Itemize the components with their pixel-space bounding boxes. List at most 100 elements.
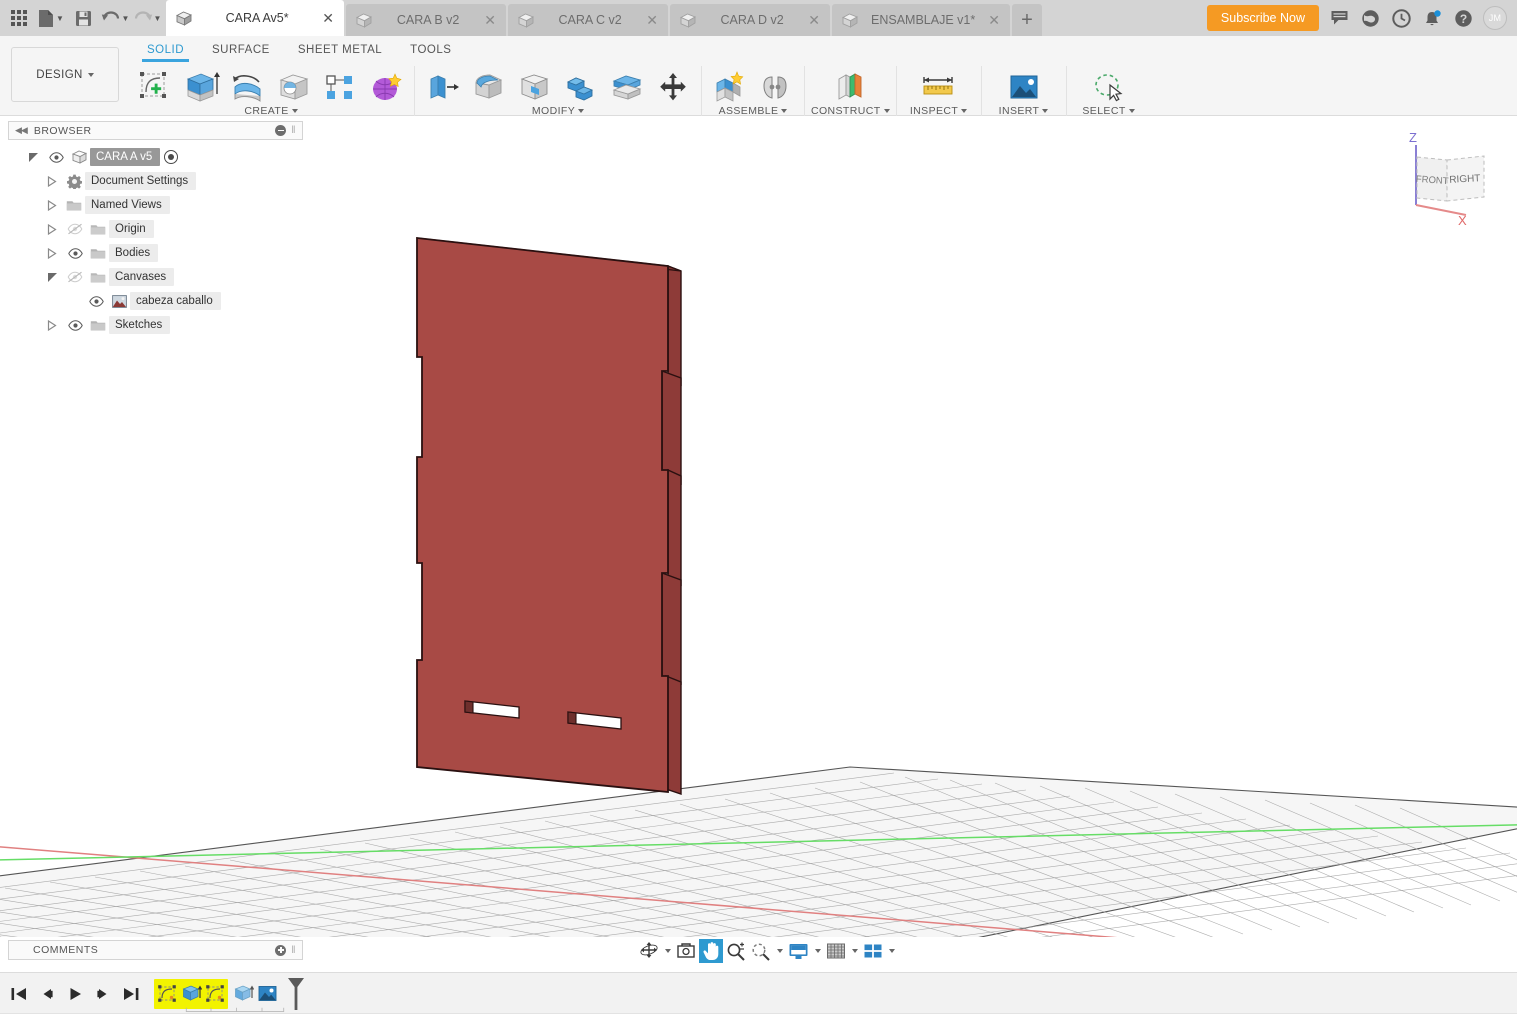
- timeline-step-back-icon[interactable]: [34, 979, 59, 1009]
- tree-item-sketches[interactable]: Sketches: [8, 313, 303, 337]
- collapse-panel-icon[interactable]: ◀◀: [15, 125, 28, 136]
- fillet-icon[interactable]: [467, 66, 511, 108]
- ribbon-tab-solid[interactable]: SOLID: [133, 41, 198, 62]
- ribbon-panel-select-label[interactable]: SELECT: [1082, 105, 1135, 117]
- shell-icon[interactable]: [513, 66, 557, 108]
- timeline-step-forward-icon[interactable]: [90, 979, 115, 1009]
- move-copy-icon[interactable]: [651, 66, 695, 108]
- new-component-icon[interactable]: [708, 66, 752, 108]
- tree-item-cara-a-v5[interactable]: CARA A v5: [8, 145, 303, 169]
- split-face-icon[interactable]: [605, 66, 649, 108]
- tree-twisty-closed-icon[interactable]: [41, 199, 63, 211]
- press-pull-icon[interactable]: [421, 66, 465, 108]
- redo-icon[interactable]: ▼: [132, 3, 162, 33]
- document-tab-1[interactable]: CARA B v2 ✕: [346, 4, 506, 36]
- visibility-eye-icon[interactable]: [84, 295, 108, 307]
- comments-resize-grip[interactable]: ‖: [291, 945, 296, 956]
- document-tab-close-icon[interactable]: ✕: [646, 13, 658, 27]
- document-tab-4[interactable]: ENSAMBLAJE v1* ✕: [832, 4, 1010, 36]
- document-tab-0[interactable]: CARA Av5* ✕: [166, 0, 344, 36]
- view-cube[interactable]: Z X FRONT RIGHT: [1392, 127, 1502, 228]
- tree-twisty-closed-icon[interactable]: [41, 175, 63, 187]
- timeline-start-icon[interactable]: [6, 979, 31, 1009]
- ribbon-panel-construct-label[interactable]: CONSTRUCT: [811, 105, 890, 117]
- timeline-feature-sketch-2[interactable]: [203, 981, 227, 1007]
- zoom-window-dropdown-caret[interactable]: [774, 939, 785, 963]
- ribbon-panel-create-label[interactable]: CREATE: [244, 105, 298, 117]
- sphere-icon[interactable]: [272, 66, 316, 108]
- ribbon-tab-surface[interactable]: SURFACE: [198, 41, 284, 62]
- offset-plane-icon[interactable]: [828, 66, 872, 108]
- insert-image-icon[interactable]: [1002, 66, 1046, 108]
- tree-twisty-open-icon[interactable]: [41, 272, 63, 283]
- document-tab-2[interactable]: CARA C v2 ✕: [508, 4, 668, 36]
- subscribe-now-button[interactable]: Subscribe Now: [1206, 5, 1319, 31]
- save-icon[interactable]: [68, 3, 98, 33]
- file-dropdown-caret[interactable]: ▼: [56, 14, 64, 23]
- avatar[interactable]: JM: [1483, 6, 1507, 30]
- document-tab-close-icon[interactable]: ✕: [484, 13, 496, 27]
- display-settings-icon[interactable]: [786, 939, 811, 963]
- timeline-end-marker[interactable]: [287, 977, 304, 1011]
- undo-dropdown-caret[interactable]: ▼: [122, 14, 130, 23]
- timeline-feature-extrude-2[interactable]: [231, 981, 255, 1007]
- browser-minimize-icon[interactable]: [275, 125, 287, 136]
- tree-twisty-open-icon[interactable]: [22, 152, 44, 163]
- ribbon-panel-insert-label[interactable]: INSERT: [999, 105, 1049, 117]
- orbit-dropdown-caret[interactable]: [662, 939, 673, 963]
- document-tab-close-icon[interactable]: ✕: [988, 13, 1000, 27]
- viewports-dropdown-caret[interactable]: [886, 939, 897, 963]
- pan-icon[interactable]: [699, 939, 723, 963]
- globe-icon[interactable]: [1359, 7, 1381, 29]
- timeline-feature-sketch-1[interactable]: [155, 981, 179, 1007]
- revolve-icon[interactable]: [226, 66, 270, 108]
- comment-icon[interactable]: [1328, 7, 1350, 29]
- zoom-window-icon[interactable]: [749, 939, 773, 963]
- browser-resize-grip[interactable]: ‖: [291, 125, 296, 136]
- tree-twisty-closed-icon[interactable]: [41, 223, 63, 235]
- look-at-icon[interactable]: [674, 939, 698, 963]
- combine-icon[interactable]: [559, 66, 603, 108]
- grid-snaps-dropdown-caret[interactable]: [849, 939, 860, 963]
- tree-item-canvases[interactable]: Canvases: [8, 265, 303, 289]
- visibility-eye-icon[interactable]: [63, 319, 87, 331]
- undo-icon[interactable]: ▼: [100, 3, 130, 33]
- visibility-eye-icon[interactable]: [44, 151, 68, 163]
- file-icon[interactable]: ▼: [36, 3, 66, 33]
- visibility-eye-hidden-icon[interactable]: [63, 223, 87, 235]
- app-grid-icon[interactable]: [4, 3, 34, 33]
- document-tab-close-icon[interactable]: ✕: [322, 11, 334, 25]
- ribbon-panel-modify-label[interactable]: MODIFY: [532, 105, 585, 117]
- tree-twisty-closed-icon[interactable]: [41, 247, 63, 259]
- measure-icon[interactable]: [917, 66, 961, 108]
- comments-panel-header[interactable]: COMMENTS ‖: [8, 940, 303, 960]
- grid-snaps-icon[interactable]: [824, 939, 848, 963]
- ribbon-tab-sheet-metal[interactable]: SHEET METAL: [284, 41, 396, 62]
- ribbon-panel-assemble-label[interactable]: ASSEMBLE: [719, 105, 788, 117]
- timeline-feature-canvas-1[interactable]: [255, 981, 279, 1007]
- joint-icon[interactable]: [754, 66, 798, 108]
- activate-component-radio[interactable]: [164, 150, 179, 164]
- document-tab-close-icon[interactable]: ✕: [808, 13, 820, 27]
- clock-icon[interactable]: [1390, 7, 1412, 29]
- form-icon[interactable]: [364, 66, 408, 108]
- tree-item-origin[interactable]: Origin: [8, 217, 303, 241]
- viewports-icon[interactable]: [861, 939, 885, 963]
- add-comment-icon[interactable]: [275, 944, 287, 956]
- tree-item-bodies[interactable]: Bodies: [8, 241, 303, 265]
- timeline-end-icon[interactable]: [118, 979, 143, 1009]
- select-lasso-icon[interactable]: [1087, 66, 1131, 108]
- tree-twisty-closed-icon[interactable]: [41, 319, 63, 331]
- document-tab-3[interactable]: CARA D v2 ✕: [670, 4, 830, 36]
- tree-item-named-views[interactable]: Named Views: [8, 193, 303, 217]
- ribbon-tab-tools[interactable]: TOOLS: [396, 41, 465, 62]
- extrude-icon[interactable]: [180, 66, 224, 108]
- display-settings-dropdown-caret[interactable]: [812, 939, 823, 963]
- timeline-feature-extrude-1[interactable]: [179, 981, 203, 1007]
- help-icon[interactable]: ?: [1452, 7, 1474, 29]
- new-tab-button[interactable]: +: [1012, 4, 1042, 36]
- timeline-play-icon[interactable]: [62, 979, 87, 1009]
- pattern-icon[interactable]: [318, 66, 362, 108]
- workspace-switcher-button[interactable]: DESIGN: [11, 47, 119, 102]
- bell-icon[interactable]: [1421, 7, 1443, 29]
